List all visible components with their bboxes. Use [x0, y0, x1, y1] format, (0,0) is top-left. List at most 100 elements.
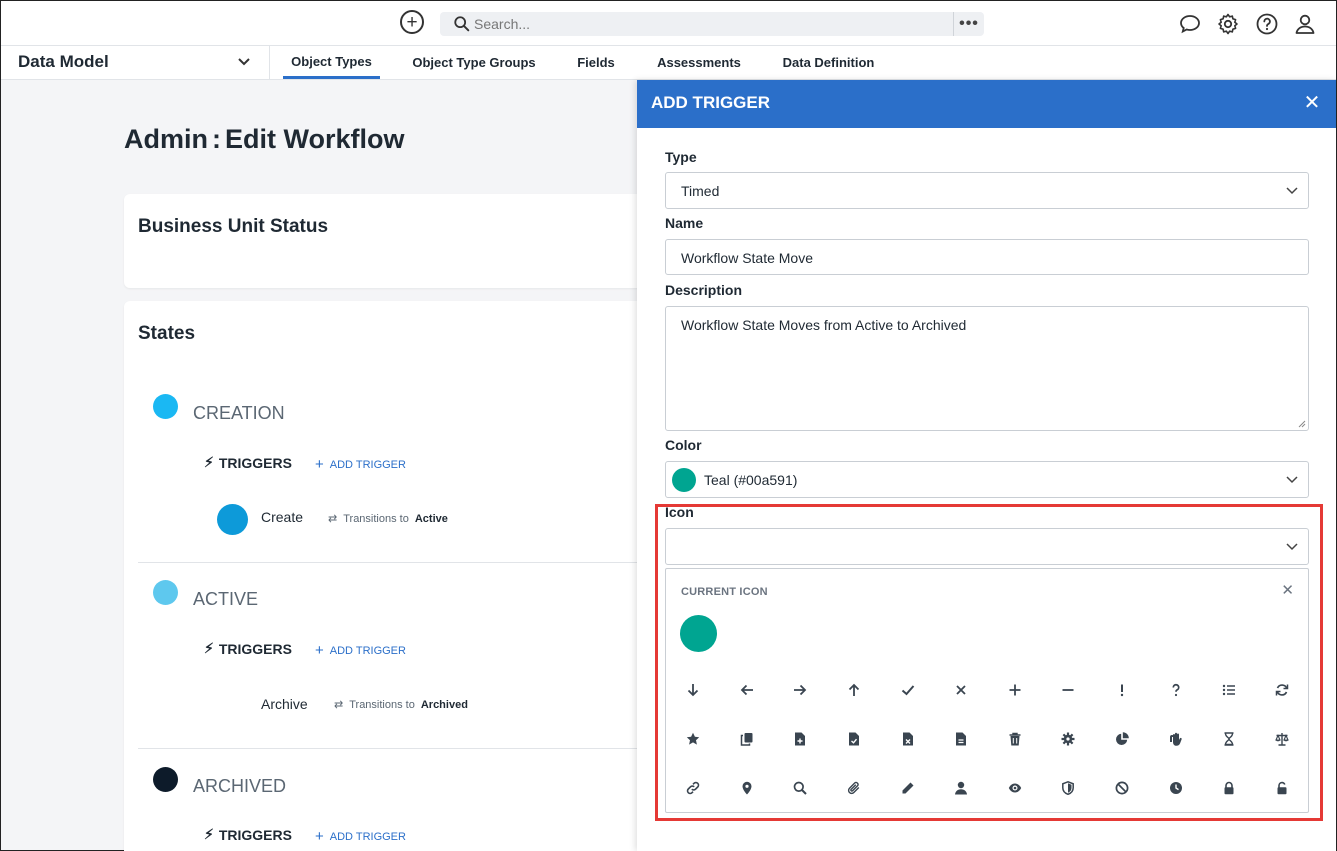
arrow-down-icon[interactable] [680, 677, 706, 703]
chat-icon[interactable] [1178, 12, 1202, 36]
scale-icon[interactable] [1269, 726, 1295, 752]
description-textarea[interactable]: Workflow State Moves from Active to Arch… [665, 306, 1309, 431]
clock-icon[interactable] [1163, 775, 1189, 801]
exclamation-icon[interactable] [1109, 677, 1135, 703]
type-label: Type [665, 149, 697, 165]
trigger-color-dot [217, 504, 248, 535]
close-icon[interactable]: ✕ [1281, 581, 1294, 599]
states-heading: States [138, 323, 196, 344]
color-select[interactable]: Teal (#00a591) [665, 461, 1309, 498]
name-input[interactable]: Workflow State Move [665, 239, 1309, 275]
title-prefix: Admin [124, 124, 208, 154]
file-text-icon[interactable] [948, 726, 974, 752]
state-name-archived: ARCHIVED [193, 776, 287, 796]
resize-handle-icon[interactable] [1298, 420, 1306, 428]
minus-icon[interactable] [1055, 677, 1081, 703]
search-options-button[interactable]: ••• [953, 12, 984, 36]
gear-icon[interactable] [1216, 12, 1240, 36]
arrow-right-icon[interactable] [787, 677, 813, 703]
trigger-name-create[interactable]: Create [261, 509, 303, 525]
drawer-title: ADD TRIGGER [651, 93, 770, 112]
plus-icon[interactable] [1002, 677, 1028, 703]
help-icon[interactable] [1255, 12, 1279, 36]
name-value: Workflow State Move [681, 250, 814, 266]
trash-icon[interactable] [1002, 726, 1028, 752]
title-main: Edit Workflow [225, 124, 405, 154]
bolt-icon: ⚡︎ [204, 454, 214, 470]
pie-chart-icon[interactable] [1109, 726, 1135, 752]
state-color-dot [153, 580, 178, 605]
trigger-name-archive[interactable]: Archive [261, 696, 308, 712]
triggers-label: ⚡︎ TRIGGERS [204, 826, 292, 843]
refresh-icon[interactable] [1269, 677, 1295, 703]
tab-data-definition[interactable]: Data Definition [773, 46, 884, 79]
workflow-name-card: Business Unit Status [124, 194, 644, 288]
lock-icon[interactable] [1216, 775, 1242, 801]
plus-icon: + [315, 828, 324, 845]
user-icon[interactable] [948, 775, 974, 801]
add-trigger-text: ADD TRIGGER [329, 644, 406, 657]
ban-icon[interactable] [1109, 775, 1135, 801]
state-divider [138, 562, 638, 563]
tab-object-type-groups[interactable]: Object Type Groups [405, 46, 543, 79]
arrow-up-icon[interactable] [841, 677, 867, 703]
times-icon[interactable] [948, 677, 974, 703]
workflow-name: Business Unit Status [138, 216, 329, 237]
chevron-down-icon [1286, 187, 1298, 195]
close-icon[interactable]: ✕ [1302, 93, 1322, 113]
global-search: ••• [440, 12, 984, 36]
triggers-text: TRIGGERS [218, 454, 292, 471]
module-selector[interactable]: Data Model [1, 46, 270, 79]
transition-text: Transitions to [343, 512, 409, 525]
search-input[interactable] [474, 12, 944, 36]
color-swatch [672, 468, 696, 492]
color-value: Teal (#00a591) [704, 472, 798, 488]
star-icon[interactable] [680, 726, 706, 752]
user-profile-icon[interactable] [1293, 12, 1317, 36]
map-marker-icon[interactable] [734, 775, 760, 801]
file-check-icon[interactable] [841, 726, 867, 752]
link-icon[interactable] [680, 775, 706, 801]
state-name-active: ACTIVE [193, 589, 259, 609]
eye-icon[interactable] [1002, 775, 1028, 801]
paperclip-icon[interactable] [841, 775, 867, 801]
add-trigger-button[interactable]: + ADD TRIGGER [315, 829, 406, 844]
unlock-icon[interactable] [1269, 775, 1295, 801]
tab-fields[interactable]: Fields [567, 46, 625, 79]
state-color-dot [153, 767, 178, 792]
file-plus-icon[interactable] [787, 726, 813, 752]
shield-icon[interactable] [1055, 775, 1081, 801]
description-value: Workflow State Moves from Active to Arch… [681, 317, 967, 333]
list-icon[interactable] [1216, 677, 1242, 703]
hand-icon[interactable] [1163, 726, 1189, 752]
add-trigger-button[interactable]: + ADD TRIGGER [315, 457, 406, 472]
page-title: Admin: Edit Workflow [124, 124, 405, 155]
search-icon[interactable] [787, 775, 813, 801]
tab-assessments[interactable]: Assessments [649, 46, 749, 79]
check-icon[interactable] [895, 677, 921, 703]
chevron-down-icon [1286, 476, 1298, 484]
add-new-button[interactable]: + [400, 10, 424, 34]
color-label: Color [665, 437, 702, 453]
pencil-icon[interactable] [895, 775, 921, 801]
triggers-text: TRIGGERS [218, 640, 292, 657]
file-times-icon[interactable] [895, 726, 921, 752]
add-trigger-button[interactable]: + ADD TRIGGER [315, 643, 406, 658]
current-icon-preview [680, 615, 717, 652]
state-divider [138, 748, 638, 749]
transition-target: Archived [420, 698, 468, 711]
transition-info: ⇄ Transitions to Active [328, 512, 448, 526]
arrow-left-icon[interactable] [734, 677, 760, 703]
triggers-label: ⚡︎ TRIGGERS [204, 640, 292, 657]
type-select[interactable]: Timed [665, 172, 1309, 209]
type-value: Timed [681, 183, 720, 199]
cog-icon[interactable] [1055, 726, 1081, 752]
hourglass-icon[interactable] [1216, 726, 1242, 752]
question-icon[interactable] [1163, 677, 1189, 703]
tab-object-types[interactable]: Object Types [283, 46, 380, 79]
copy-icon[interactable] [734, 726, 760, 752]
state-color-dot [153, 394, 178, 419]
plus-icon: + [315, 642, 324, 659]
plus-circle-icon: + [406, 11, 418, 33]
states-card: States CREATION ⚡︎ TRIGGERS + ADD TRIGGER … [124, 301, 644, 851]
